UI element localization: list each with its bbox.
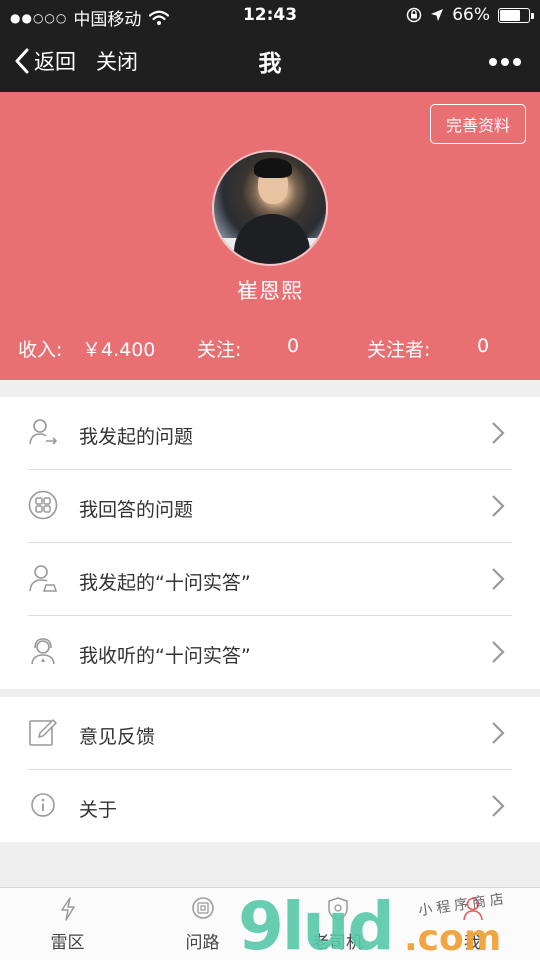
menu-item-label: 我收听的“十问实答” <box>79 645 251 667</box>
chevron-right-icon <box>492 495 505 517</box>
profile-header: 完善资料 崔恩熙 收入: ￥4.400 关注: 0 关注者: 0 <box>0 92 540 380</box>
chevron-right-icon <box>492 568 505 590</box>
menu-item-label: 我发起的问题 <box>79 426 194 448</box>
tab-label: 我 <box>464 933 481 953</box>
user-pen-icon <box>29 565 58 592</box>
tab-label: 老司机 <box>312 933 363 953</box>
menu-item-feedback[interactable]: 意见反馈 <box>0 697 540 770</box>
tab-minefield[interactable]: 雷区 <box>0 888 135 960</box>
ask-icon <box>191 897 214 919</box>
info-icon <box>31 793 55 817</box>
tab-veteran[interactable]: 老司机 <box>270 888 405 960</box>
menu-item-label: 意见反馈 <box>79 726 156 748</box>
menu-item-my-questions[interactable]: 我发起的问题 <box>0 397 540 470</box>
nav-bar: 返回 关闭 我 <box>0 30 540 92</box>
menu-group-misc: 意见反馈 关于 <box>0 697 540 842</box>
menu-item-label: 我发起的“十问实答” <box>79 572 251 594</box>
battery-icon <box>498 7 534 23</box>
followers-value: 0 <box>477 335 490 357</box>
income-label: 收入: <box>18 339 63 361</box>
page-title: 我 <box>258 51 282 77</box>
more-button[interactable] <box>488 52 522 71</box>
menu-item-my-ten-questions[interactable]: 我发起的“十问实答” <box>0 543 540 616</box>
follow-label: 关注: <box>197 339 242 361</box>
battery-percent: 66% <box>452 5 490 25</box>
menu-group-questions: 我发起的问题 我回答的问题 我发起的“十问实答” 我收听的“十问实答” <box>0 397 540 689</box>
grid-circle-icon <box>28 490 58 520</box>
shield-icon <box>327 897 348 921</box>
chevron-right-icon <box>492 795 505 817</box>
user-name: 崔恩熙 <box>237 279 303 303</box>
income-value: ￥4.400 <box>82 339 156 361</box>
menu-item-label: 关于 <box>79 799 118 821</box>
edit-icon <box>29 718 58 746</box>
tab-me[interactable]: 我 <box>405 888 540 960</box>
lightning-icon <box>60 897 75 921</box>
status-bar: ●●○○○ 中国移动 12:43 66% <box>0 0 540 30</box>
headset-user-icon <box>31 638 55 665</box>
tab-ask-way[interactable]: 问路 <box>135 888 270 960</box>
menu-item-label: 我回答的问题 <box>79 499 194 521</box>
chevron-right-icon <box>492 422 505 444</box>
menu-item-listened-ten-questions[interactable]: 我收听的“十问实答” <box>0 616 540 689</box>
chevron-right-icon <box>492 641 505 663</box>
menu-item-about[interactable]: 关于 <box>0 770 540 843</box>
rotation-lock-icon <box>406 7 422 23</box>
avatar[interactable] <box>212 150 328 266</box>
user-arrow-icon <box>29 419 58 445</box>
menu-item-my-answers[interactable]: 我回答的问题 <box>0 470 540 543</box>
tab-label: 问路 <box>185 933 220 953</box>
location-icon <box>431 9 444 21</box>
tab-label: 雷区 <box>50 933 85 953</box>
follow-value: 0 <box>287 335 300 357</box>
tab-bar: 雷区 问路 老司机 我 <box>0 887 540 960</box>
chevron-right-icon <box>492 722 505 744</box>
followers-label: 关注者: <box>367 339 431 361</box>
more-dots-icon <box>489 58 521 66</box>
person-icon <box>462 897 483 921</box>
complete-profile-button[interactable]: 完善资料 <box>430 104 526 144</box>
